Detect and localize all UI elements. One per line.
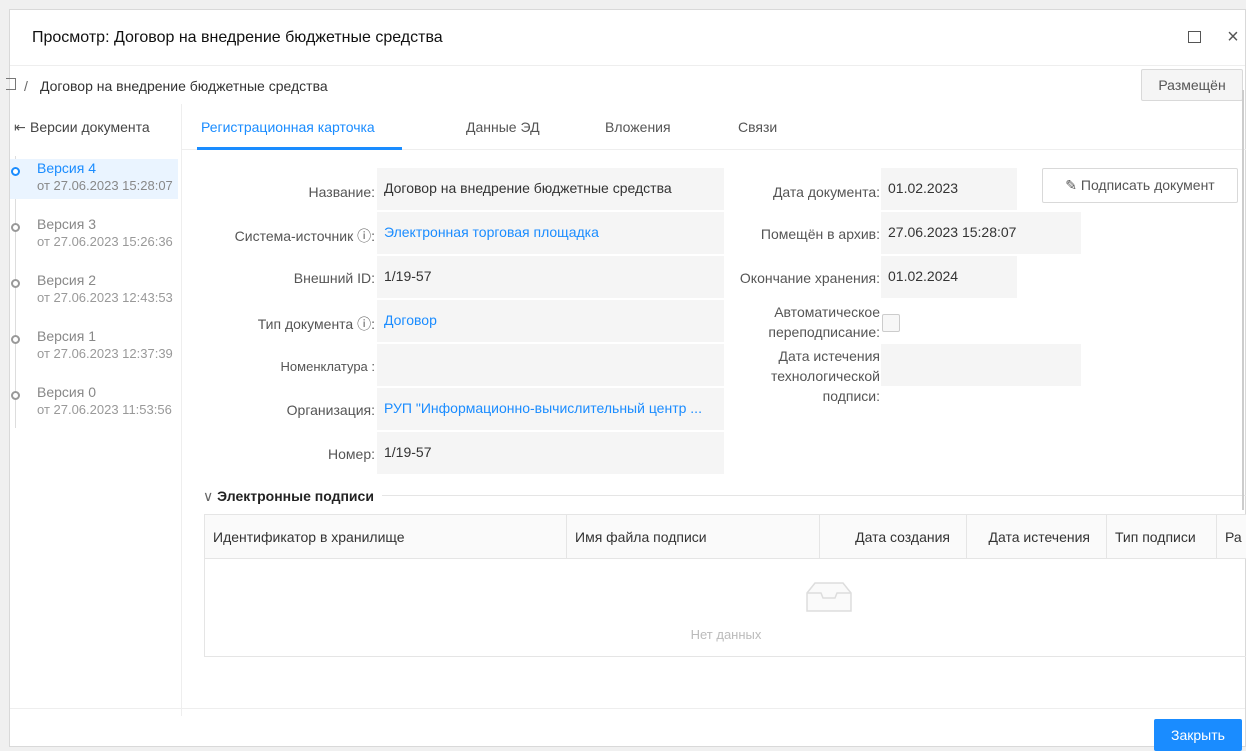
maximize-icon[interactable] <box>1184 26 1206 48</box>
name-label: Название: <box>308 184 375 200</box>
external-id-label: Внешний ID: <box>293 270 375 286</box>
breadcrumb-separator: / <box>24 78 28 94</box>
tech-sig-expiry-value <box>881 344 1081 386</box>
tech-sig-label-line2: технологической <box>771 368 880 384</box>
dialog-footer <box>10 708 1245 748</box>
version-item[interactable]: Версия 0 от 27.06.2023 11:53:56 <box>10 383 178 423</box>
organization-label: Организация: <box>286 402 375 418</box>
number-label: Номер: <box>328 446 375 462</box>
source-system-label: Система-источник ⓘ: <box>234 228 375 244</box>
timeline-dot-icon <box>11 167 20 176</box>
tab-bar: Регистрационная карточка Данные ЭД Вложе… <box>182 104 1246 150</box>
tab-ed-data[interactable]: Данные ЭД <box>466 119 540 135</box>
table-header-row: Идентификатор в хранилище Имя файла подп… <box>205 515 1246 559</box>
external-id-value: 1/19-57 <box>377 256 724 298</box>
signatures-table: Идентификатор в хранилище Имя файла подп… <box>204 514 1246 657</box>
status-badge: Размещён <box>1141 69 1243 101</box>
close-button[interactable]: Закрыть <box>1154 719 1242 751</box>
list-collapse-icon: ⇤ <box>14 119 26 135</box>
breadcrumb-current: Договор на внедрение бюджетные средства <box>40 78 328 94</box>
sign-document-label: Подписать документ <box>1080 177 1215 193</box>
timeline-dot-icon <box>11 223 20 232</box>
title-bar: Просмотр: Договор на внедрение бюджетные… <box>10 10 1245 66</box>
vertical-scrollbar[interactable] <box>1242 90 1244 510</box>
empty-state-text: Нет данных <box>690 627 762 642</box>
version-item[interactable]: Версия 3 от 27.06.2023 15:26:36 <box>10 215 178 255</box>
version-item[interactable]: Версия 2 от 27.06.2023 12:43:53 <box>10 271 178 311</box>
versions-header-label: Версии документа <box>30 119 150 135</box>
tab-attachments[interactable]: Вложения <box>605 119 671 135</box>
version-date: от 27.06.2023 15:28:07 <box>37 178 173 193</box>
tech-sig-label-line3: подписи: <box>822 388 880 404</box>
auto-resign-label: Автоматическое переподписание: <box>710 302 880 342</box>
version-title: Версия 4 <box>37 160 96 176</box>
sign-document-button[interactable]: ✎ Подписать документ <box>1042 168 1238 203</box>
timeline-dot-icon <box>11 279 20 288</box>
source-system-link[interactable]: Электронная торговая площадка <box>377 212 724 254</box>
version-date: от 27.06.2023 11:53:56 <box>37 402 172 417</box>
empty-inbox-icon <box>806 582 852 612</box>
version-date: от 27.06.2023 12:37:39 <box>37 346 173 361</box>
column-header[interactable]: Тип подписи <box>1107 515 1217 559</box>
column-header[interactable]: Идентификатор в хранилище <box>205 515 567 559</box>
organization-link[interactable]: РУП "Информационно-вычислительный центр … <box>377 388 724 430</box>
document-view-dialog: Просмотр: Договор на внедрение бюджетные… <box>6 9 1246 751</box>
storage-end-label: Окончание хранения: <box>739 270 880 286</box>
versions-header[interactable]: ⇤ Версии документа <box>14 119 150 136</box>
doc-date-value: 01.02.2023 <box>881 168 1017 210</box>
doc-type-label: Тип документа ⓘ: <box>257 316 375 332</box>
nomenclature-label: Номенклатура : <box>280 359 375 374</box>
pen-icon: ✎ <box>1065 177 1077 193</box>
version-item[interactable]: Версия 1 от 27.06.2023 12:37:39 <box>10 327 178 367</box>
versions-sidebar: ⇤ Версии документа Версия 4 от 27.06.2023… <box>10 104 182 716</box>
column-header[interactable]: Имя файла подписи <box>567 515 820 559</box>
auto-resign-checkbox[interactable] <box>882 314 900 332</box>
tech-sig-expiry-label: Дата истечения технологической подписи: <box>710 346 880 406</box>
version-title: Версия 1 <box>37 328 96 344</box>
name-value: Договор на внедрение бюджетные средства <box>377 168 724 210</box>
chevron-down-icon: ∨ <box>203 488 214 504</box>
archived-label: Помещён в архив: <box>760 226 880 242</box>
version-title: Версия 3 <box>37 216 96 232</box>
nomenclature-value <box>377 344 724 386</box>
breadcrumb: / Договор на внедрение бюджетные средств… <box>6 66 1245 104</box>
tab-links[interactable]: Связи <box>738 119 777 135</box>
document-icon <box>6 78 16 90</box>
number-value: 1/19-57 <box>377 432 724 474</box>
tab-registration-card[interactable]: Регистрационная карточка <box>201 119 375 135</box>
doc-date-label: Дата документа: <box>772 184 880 200</box>
auto-resign-label-line2: переподписание: <box>768 324 880 340</box>
signatures-section-toggle[interactable]: ∨ Электронные подписи <box>203 488 374 505</box>
active-tab-indicator <box>197 147 402 150</box>
version-date: от 27.06.2023 12:43:53 <box>37 290 173 305</box>
close-icon[interactable]: × <box>1222 26 1244 48</box>
column-header[interactable]: Дата истечения <box>967 515 1107 559</box>
storage-end-value: 01.02.2024 <box>881 256 1017 298</box>
signatures-section-title: Электронные подписи <box>217 488 374 504</box>
column-header[interactable]: Дата создания <box>820 515 967 559</box>
timeline-dot-icon <box>11 391 20 400</box>
version-date: от 27.06.2023 15:26:36 <box>37 234 173 249</box>
auto-resign-label-line1: Автоматическое <box>774 304 880 320</box>
version-item[interactable]: Версия 4 от 27.06.2023 15:28:07 <box>10 159 178 199</box>
dialog-title: Просмотр: Договор на внедрение бюджетные… <box>32 29 443 46</box>
section-divider <box>382 495 1246 496</box>
tech-sig-label-line1: Дата истечения <box>778 348 881 364</box>
archived-value: 27.06.2023 15:28:07 <box>881 212 1081 254</box>
version-title: Версия 0 <box>37 384 96 400</box>
version-title: Версия 2 <box>37 272 96 288</box>
timeline-dot-icon <box>11 335 20 344</box>
column-header[interactable]: Ра <box>1217 515 1246 559</box>
doc-type-link[interactable]: Договор <box>377 300 724 342</box>
